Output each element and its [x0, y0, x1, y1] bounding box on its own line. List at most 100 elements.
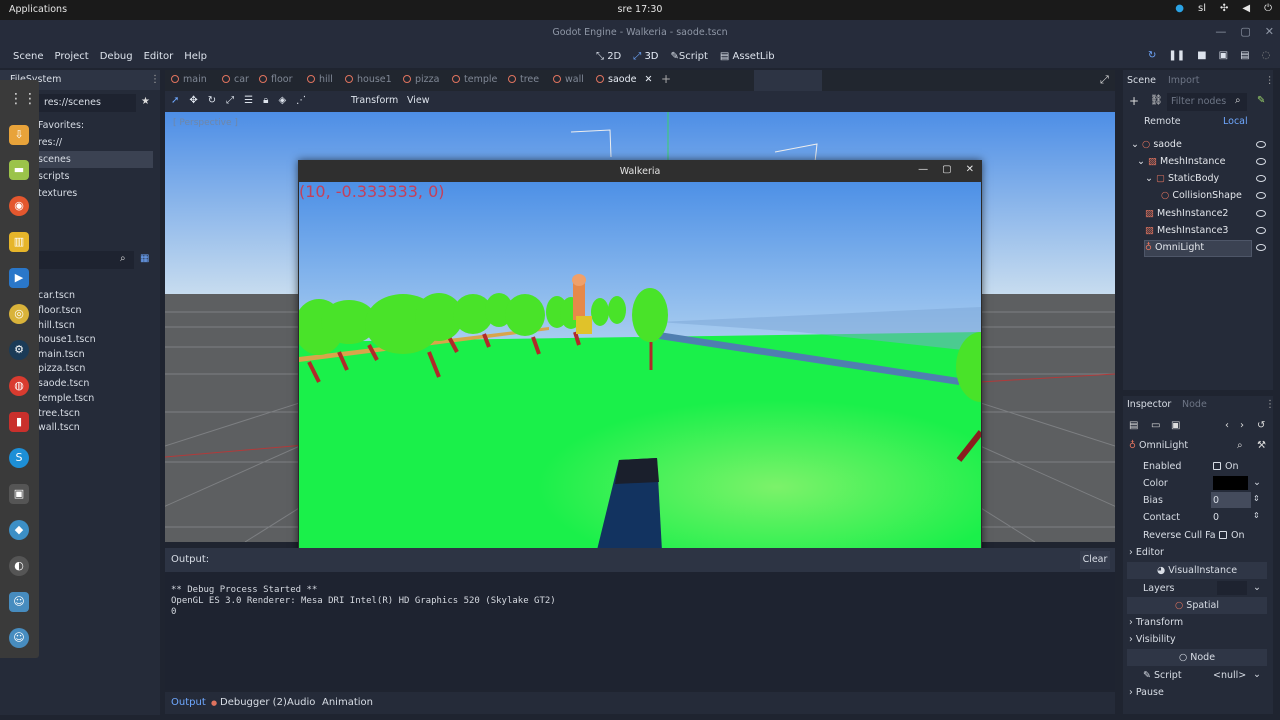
menu-project[interactable]: Project	[55, 51, 89, 62]
rotate-tool-icon[interactable]: ↻	[208, 95, 216, 106]
history-forward-icon[interactable]: ›	[1240, 420, 1244, 431]
file-item[interactable]: pizza.tscn	[38, 363, 85, 374]
visibility-eye-icon[interactable]	[1256, 227, 1266, 234]
prop-bias[interactable]: Bias 0 ⇕	[1123, 492, 1273, 509]
play-scene-icon[interactable]: ▣	[1219, 50, 1228, 61]
skype-icon[interactable]: S	[9, 448, 29, 468]
game-maximize-icon[interactable]: ▢	[942, 164, 951, 175]
dock-menu-icon[interactable]: ⋮	[150, 74, 160, 85]
godot-icon[interactable]: ☺	[9, 592, 29, 612]
tab-saode[interactable]: saode ✕	[596, 74, 652, 85]
file-item[interactable]: main.tscn	[38, 349, 85, 360]
node-collisionshape[interactable]: ○ CollisionShape	[1161, 190, 1242, 201]
tree-scenes[interactable]: scenes	[38, 154, 71, 165]
tab-scene[interactable]: Scene	[1127, 75, 1156, 86]
skype-tray-icon[interactable]: ●	[1175, 3, 1184, 14]
archive-icon[interactable]: ▥	[9, 232, 29, 252]
tab-main[interactable]: main	[171, 74, 207, 85]
applications-menu[interactable]: Applications	[9, 4, 67, 15]
file-item[interactable]: car.tscn	[38, 290, 75, 301]
scale-tool-icon[interactable]: ⤢	[226, 95, 234, 106]
remote-toggle[interactable]: Remote	[1144, 116, 1181, 127]
section-editor[interactable]: › Editor	[1123, 544, 1273, 561]
open-resource-icon[interactable]: ▭	[1151, 420, 1160, 431]
tools-icon[interactable]: ⚒	[1257, 440, 1266, 451]
game-minimize-icon[interactable]: —	[918, 164, 928, 175]
list-tool-icon[interactable]: ☰	[244, 95, 253, 106]
media-player-icon[interactable]: ▶	[9, 268, 29, 288]
add-tab-icon[interactable]: +	[661, 72, 671, 86]
section-visibility[interactable]: › Visibility	[1123, 631, 1273, 648]
close-icon[interactable]: ✕	[1265, 25, 1274, 38]
mode-3d-button[interactable]: ⤢ 3D	[633, 51, 658, 62]
output-log[interactable]: ** Debug Process Started ** OpenGL ES 3.…	[165, 572, 1115, 690]
section-transform[interactable]: › Transform	[1123, 614, 1273, 631]
tab-inspector[interactable]: Inspector	[1127, 399, 1171, 410]
tab-wall[interactable]: wall	[553, 74, 584, 85]
editor-app-icon[interactable]: ▮	[9, 412, 29, 432]
inspected-node[interactable]: ♁ OmniLight	[1129, 440, 1188, 451]
maximize-icon[interactable]: ▢	[1240, 25, 1250, 38]
object-history-icon[interactable]: ↺	[1257, 420, 1265, 431]
mode-script-button[interactable]: ✎Script	[671, 51, 708, 62]
node-meshinstance[interactable]: ⌄ ▧ MeshInstance	[1137, 156, 1225, 167]
tab-temple[interactable]: temple	[452, 74, 497, 85]
power-icon[interactable]: ⏻	[1264, 3, 1272, 14]
tab-hill[interactable]: hill	[307, 74, 333, 85]
file-item[interactable]: hill.tscn	[38, 320, 75, 331]
file-item[interactable]: floor.tscn	[38, 305, 82, 316]
node-omnilight[interactable]: ♁ OmniLight	[1145, 242, 1204, 253]
app-grid-icon[interactable]: ⋮⋮	[9, 89, 37, 109]
volume-icon[interactable]: ◀	[1242, 3, 1250, 14]
filesystem-path[interactable]: res://scenes	[38, 94, 136, 112]
transform-menu[interactable]: Transform	[351, 95, 398, 106]
grid-view-icon[interactable]: ▦	[140, 253, 149, 264]
godot-running-icon[interactable]: ☺	[9, 628, 29, 648]
tab-tree[interactable]: tree	[508, 74, 539, 85]
select-tool-icon[interactable]: ➚	[171, 95, 179, 106]
disk-icon[interactable]: ◐	[9, 556, 29, 576]
screenshot-icon[interactable]: ▣	[9, 484, 29, 504]
menu-help[interactable]: Help	[184, 51, 207, 62]
pause-icon[interactable]: ❚❚	[1168, 50, 1185, 61]
mode-2d-button[interactable]: ⤡ 2D	[596, 51, 621, 62]
visibility-eye-icon[interactable]	[1256, 210, 1266, 217]
game-window[interactable]: Walkeria — ▢ ✕ (10, -0.333333, 0)	[298, 160, 982, 583]
files-icon[interactable]: ▬	[9, 160, 29, 180]
speaker-icon[interactable]: ◎	[9, 304, 29, 324]
move-tool-icon[interactable]: ✥	[189, 95, 197, 106]
keyboard-layout[interactable]: sl	[1198, 3, 1206, 14]
new-resource-icon[interactable]: ▤	[1129, 420, 1138, 431]
clear-output-button[interactable]: Clear	[1080, 551, 1110, 569]
file-item[interactable]: temple.tscn	[38, 393, 94, 404]
prop-enabled[interactable]: Enabled On	[1123, 458, 1273, 475]
visibility-eye-icon[interactable]	[1256, 244, 1266, 251]
menu-debug[interactable]: Debug	[100, 51, 133, 62]
steam-icon[interactable]: ⚙	[9, 340, 29, 360]
add-node-icon[interactable]: +	[1129, 94, 1139, 108]
visibility-eye-icon[interactable]	[1256, 175, 1266, 182]
downloads-icon[interactable]: ⇩	[9, 125, 29, 145]
view-menu[interactable]: View	[407, 95, 430, 106]
game-window-titlebar[interactable]: Walkeria — ▢ ✕	[298, 160, 982, 182]
tree-scripts[interactable]: scripts	[38, 171, 69, 182]
fish-icon[interactable]: ◆	[9, 520, 29, 540]
tab-audio[interactable]: Audio	[287, 697, 315, 708]
prop-contact[interactable]: Contact 0 ⇕	[1123, 509, 1273, 526]
lock-icon[interactable]: 🔒︎	[263, 95, 268, 106]
prop-reverse-cull[interactable]: Reverse Cull Fa On	[1123, 527, 1273, 544]
file-item[interactable]: wall.tscn	[38, 422, 80, 433]
mode-assetlib-button[interactable]: ▤ AssetLib	[720, 51, 775, 62]
tree-textures[interactable]: textures	[38, 188, 77, 199]
tab-node[interactable]: Node	[1182, 399, 1207, 410]
menu-editor[interactable]: Editor	[144, 51, 174, 62]
script-attach-icon[interactable]: ✎	[1257, 95, 1265, 106]
tab-floor[interactable]: floor	[259, 74, 293, 85]
file-item[interactable]: saode.tscn	[38, 378, 89, 389]
tab-pizza[interactable]: pizza	[403, 74, 439, 85]
history-back-icon[interactable]: ‹	[1225, 420, 1229, 431]
local-toggle[interactable]: Local	[1223, 116, 1248, 127]
file-item[interactable]: house1.tscn	[38, 334, 96, 345]
minimize-icon[interactable]: —	[1215, 25, 1226, 38]
tab-animation[interactable]: Animation	[322, 697, 373, 708]
